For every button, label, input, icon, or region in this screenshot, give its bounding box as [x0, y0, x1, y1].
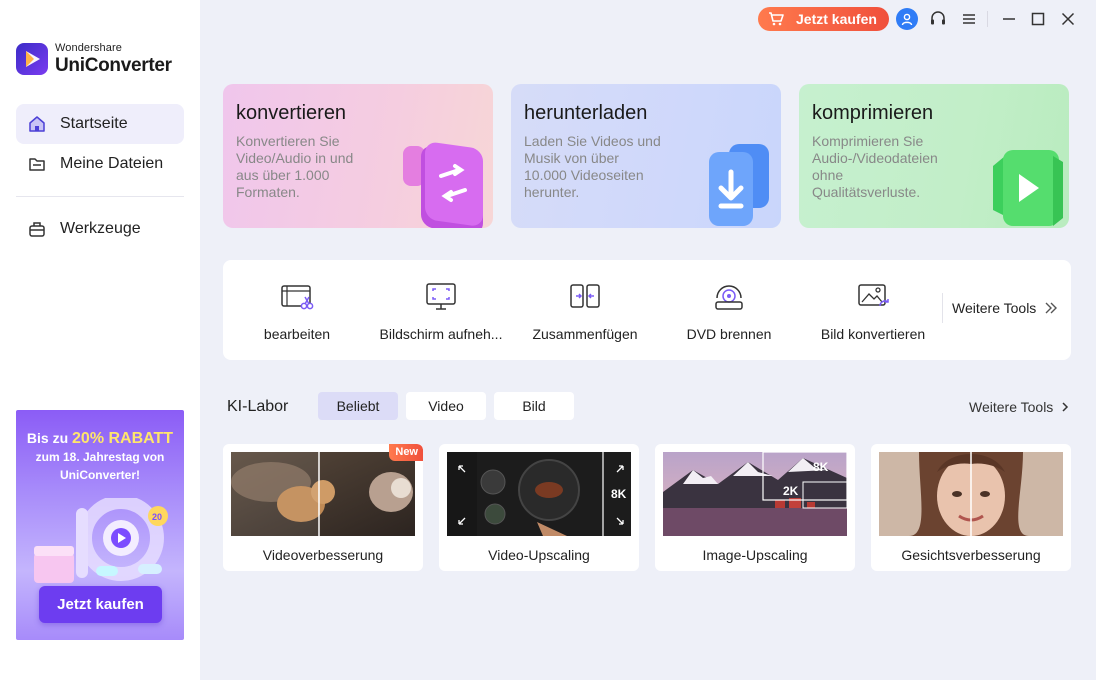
- sidebar: Wondershare UniConverter Startseite Mein…: [0, 0, 200, 680]
- quick-tools-bar: bearbeiten Bildschirm aufneh... Zusammen…: [223, 260, 1071, 360]
- card-compress[interactable]: komprimieren Komprimieren Sie Audio-/Vid…: [799, 84, 1069, 228]
- ai-card-label: Videoverbesserung: [262, 547, 384, 563]
- ai-card-image-upscaling[interactable]: 8K 2K Image-Upscaling: [655, 444, 855, 571]
- close-icon: [1061, 12, 1075, 26]
- more-tools-label: Weitere Tools: [952, 300, 1037, 316]
- dvd-burn-icon: [715, 285, 743, 310]
- ai-card-thumbnail: 8K: [447, 452, 631, 536]
- ai-lab-title: KI-Labor: [227, 398, 289, 415]
- tool-screen-record[interactable]: Bildschirm aufneh...: [369, 260, 513, 360]
- card-title: konvertieren: [236, 102, 347, 124]
- minimize-icon: [1003, 18, 1015, 20]
- anniversary-illustration: 20: [34, 498, 168, 583]
- home-icon: [29, 116, 45, 132]
- tool-merge[interactable]: Zusammenfügen: [513, 260, 657, 360]
- ai-more-tools-button[interactable]: Weitere Tools: [969, 399, 1069, 415]
- convert-icon: [403, 142, 483, 228]
- promo-subline-2: UniConverter!: [59, 468, 140, 482]
- tab-bild[interactable]: Bild: [494, 392, 574, 420]
- tool-label: bearbeiten: [263, 326, 331, 342]
- tool-label: Bildschirm aufneh...: [379, 326, 503, 342]
- support-button[interactable]: [927, 8, 949, 30]
- ai-card-video-upscaling[interactable]: 8K Video-Upscaling: [439, 444, 639, 571]
- new-badge: New: [389, 444, 423, 461]
- tab-beliebt[interactable]: Beliebt: [318, 392, 398, 420]
- compress-icon: [993, 150, 1063, 226]
- merge-icon: [570, 284, 600, 308]
- ai-card-thumbnail: 8K 2K: [663, 452, 847, 536]
- ai-card-label: Video-Upscaling: [488, 547, 590, 563]
- brand-name: Wondershare: [55, 42, 122, 54]
- ai-card-thumbnail: [879, 452, 1063, 536]
- upscale-8k-label: 8K: [611, 487, 627, 501]
- sidebar-item-label: Startseite: [60, 115, 128, 132]
- product-name: UniConverter: [55, 55, 172, 76]
- promo-banner[interactable]: Bis zu 20% RABATT zum 18. Jahrestag von …: [16, 410, 184, 640]
- headset-icon: [931, 11, 945, 25]
- user-account-button[interactable]: [896, 8, 918, 30]
- ai-card-label: Image-Upscaling: [702, 547, 808, 563]
- close-button[interactable]: [1057, 8, 1079, 30]
- card-description: Konvertieren Sie Video/Audio in und aus …: [236, 133, 354, 200]
- uniconverter-logo-icon: [16, 43, 48, 75]
- tool-label: Zusammenfügen: [532, 326, 638, 342]
- sidebar-item-werkzeuge[interactable]: Werkzeuge: [16, 209, 184, 249]
- buy-now-label: Jetzt kaufen: [796, 11, 877, 27]
- titlebar-divider: [987, 11, 988, 27]
- screen-record-icon: [426, 283, 456, 310]
- sidebar-item-startseite[interactable]: Startseite: [16, 104, 184, 144]
- tools-divider: [942, 293, 943, 323]
- tool-label: Bild konvertieren: [820, 326, 926, 342]
- tool-image-convert[interactable]: Bild konvertieren: [801, 260, 945, 360]
- promo-subline: zum 18. Jahrestag von: [35, 450, 165, 464]
- card-title: komprimieren: [812, 102, 934, 124]
- sidebar-item-label: Werkzeuge: [60, 220, 141, 237]
- menu-button[interactable]: [958, 8, 980, 30]
- svg-text:20: 20: [152, 512, 162, 522]
- toolbox-icon: [29, 222, 45, 237]
- folder-icon: [29, 158, 45, 171]
- tool-edit[interactable]: bearbeiten: [225, 260, 369, 360]
- cart-icon: [769, 12, 784, 26]
- sidebar-nav: Startseite Meine Dateien Werkzeuge: [16, 104, 184, 249]
- maximize-button[interactable]: [1027, 8, 1049, 30]
- menu-icon: [963, 14, 975, 24]
- tool-label: DVD brennen: [686, 326, 772, 342]
- more-tools-button[interactable]: Weitere Tools: [952, 300, 1058, 316]
- ai-card-face-enhance[interactable]: Gesichtsverbesserung: [871, 444, 1071, 571]
- upscale-8k-label: 8K: [813, 460, 829, 474]
- app-logo: Wondershare UniConverter: [16, 43, 172, 75]
- buy-now-button[interactable]: Jetzt kaufen: [758, 7, 889, 31]
- chevron-right-icon: [1062, 402, 1069, 412]
- upscale-2k-label: 2K: [783, 484, 799, 498]
- ai-card-video-enhance[interactable]: New Videoverbesserung: [223, 444, 423, 571]
- card-title: herunterladen: [524, 102, 648, 124]
- ai-card-label: Gesichtsverbesserung: [901, 547, 1041, 563]
- tool-dvd-burn[interactable]: DVD brennen: [657, 260, 801, 360]
- image-convert-icon: [858, 284, 889, 307]
- card-description: Komprimieren Sie Audio-/Videodateien ohn…: [812, 133, 938, 200]
- ai-more-tools-label: Weitere Tools: [969, 399, 1054, 415]
- sidebar-item-label: Meine Dateien: [60, 155, 164, 172]
- sidebar-divider: [16, 196, 184, 197]
- user-icon: [901, 13, 913, 26]
- download-icon: [709, 144, 769, 226]
- ai-card-thumbnail: [231, 452, 415, 536]
- minimize-button[interactable]: [998, 8, 1020, 30]
- card-convert[interactable]: konvertieren Konvertieren Sie Video/Audi…: [223, 84, 493, 228]
- promo-buy-button[interactable]: Jetzt kaufen: [39, 586, 162, 623]
- maximize-icon: [1031, 12, 1045, 26]
- edit-video-icon: [281, 285, 314, 310]
- double-chevron-right-icon: [1045, 302, 1058, 314]
- promo-headline: Bis zu 20% RABATT: [26, 430, 174, 447]
- tab-video[interactable]: Video: [406, 392, 486, 420]
- sidebar-item-meine-dateien[interactable]: Meine Dateien: [16, 144, 184, 184]
- card-description: Laden Sie Videos und Musik von über 10.0…: [524, 133, 661, 200]
- card-download[interactable]: herunterladen Laden Sie Videos und Musik…: [511, 84, 781, 228]
